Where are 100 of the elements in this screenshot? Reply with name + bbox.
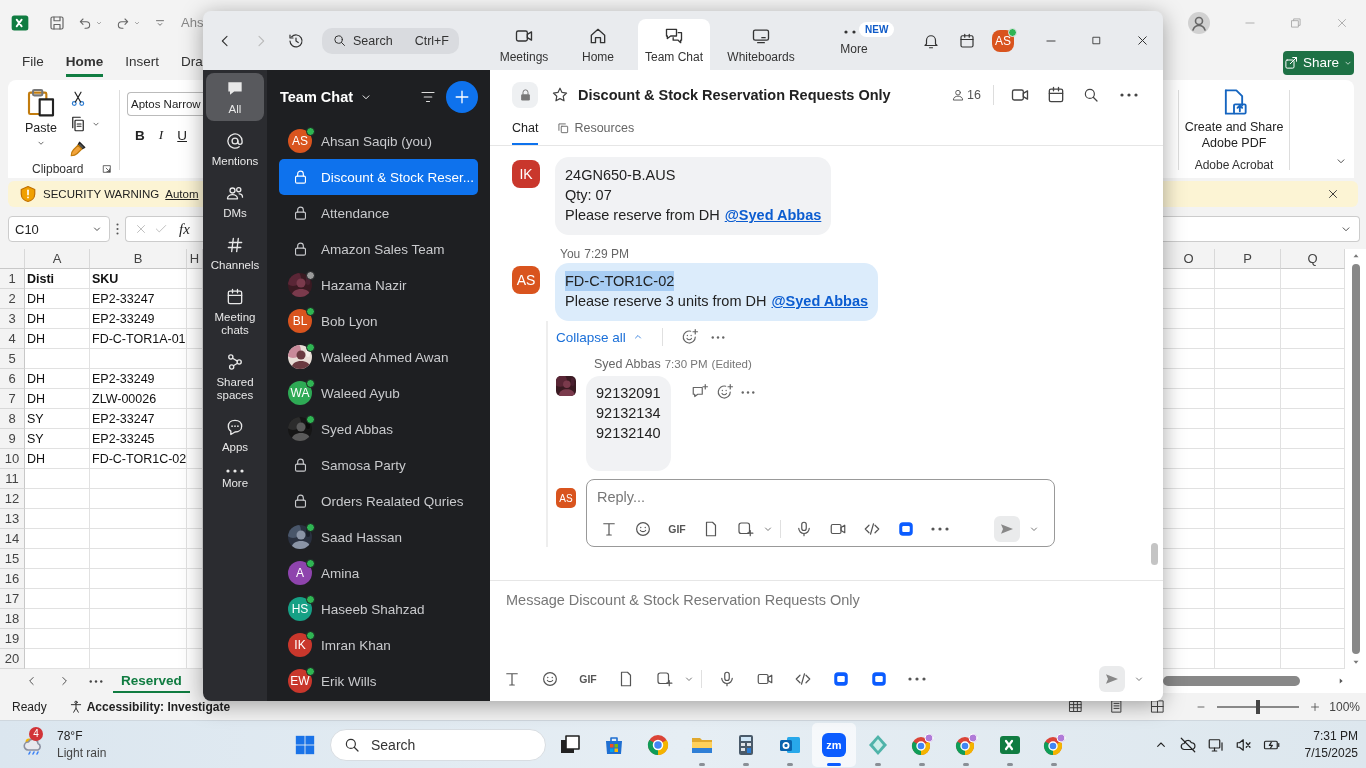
history-icon[interactable] [287, 31, 305, 50]
warning-link[interactable]: Autom [165, 188, 199, 200]
collapse-link[interactable]: Collapse all [556, 329, 644, 345]
row-header[interactable]: 8 [0, 409, 25, 429]
row-header[interactable]: 11 [0, 469, 25, 489]
sidebar-item[interactable]: Mentions [206, 125, 264, 173]
brush-icon[interactable] [69, 140, 87, 158]
column-header[interactable]: B [90, 249, 187, 269]
cloud-off-icon[interactable] [1178, 735, 1197, 754]
chat-list-item[interactable]: A Amina [279, 555, 478, 591]
chat-list-item[interactable]: Saad Hassan [279, 519, 478, 555]
nav-tab[interactable]: Team Chat [638, 19, 710, 70]
more-icon[interactable] [89, 679, 103, 683]
row-header[interactable]: 2 [0, 289, 25, 309]
sheet-tab[interactable]: Reserved [113, 669, 190, 693]
page-break-icon[interactable] [1150, 699, 1166, 714]
weather-widget[interactable]: 4 78°F Light rain [0, 727, 290, 762]
column-header[interactable]: H [187, 249, 203, 269]
maximize-icon[interactable] [1090, 34, 1103, 47]
accessibility-icon[interactable] [68, 699, 83, 714]
search-field[interactable]: Search Ctrl+F [322, 27, 459, 54]
scrollbar[interactable] [1151, 543, 1158, 565]
new-chat-button[interactable] [446, 80, 478, 113]
sidebar-item[interactable]: Shared spaces [206, 346, 264, 407]
font-style-button[interactable]: U [177, 127, 187, 143]
column-header[interactable]: O [1163, 249, 1215, 269]
start-icon[interactable] [294, 733, 316, 756]
chat-list-item[interactable]: Hazama Nazir [279, 267, 478, 303]
nav-tab[interactable]: Whiteboards [720, 19, 802, 70]
zoom-slider-thumb[interactable] [1256, 699, 1261, 714]
chat-list-item[interactable]: EW Erik Wills [279, 663, 478, 699]
column-header[interactable]: P [1215, 249, 1281, 269]
formula-field[interactable] [1163, 216, 1360, 242]
reply-box[interactable]: Reply... GIF [586, 479, 1055, 547]
close-icon[interactable] [1135, 33, 1150, 48]
send-button[interactable] [1099, 666, 1125, 692]
nav-tab[interactable]: Home [568, 19, 628, 70]
save-icon[interactable] [48, 13, 66, 32]
add-reaction-icon[interactable] [680, 328, 699, 346]
message-field[interactable]: Message Discount & Stock Reservation Requests Only [490, 581, 1163, 608]
sidebar-item[interactable]: All [206, 73, 264, 121]
gif-button[interactable]: GIF [660, 516, 694, 542]
search-icon[interactable] [1082, 86, 1100, 104]
zoom-in-icon[interactable] [1309, 700, 1322, 713]
sidebar-item[interactable]: Channels [206, 229, 264, 277]
send-button[interactable] [994, 516, 1020, 542]
ribbon-tab[interactable]: Home [65, 48, 104, 77]
nav-tab[interactable]: Meetings [490, 19, 558, 70]
row-header[interactable]: 7 [0, 389, 25, 409]
tab[interactable]: Resources [556, 120, 635, 145]
row-header[interactable]: 13 [0, 509, 25, 529]
launcher-icon[interactable] [102, 164, 113, 174]
scrollbar[interactable] [1345, 249, 1366, 669]
calendar-icon[interactable] [1046, 85, 1066, 105]
members-button[interactable]: 16 [951, 88, 981, 102]
row-header[interactable]: 17 [0, 589, 25, 609]
ribbon-tab[interactable]: File [22, 48, 44, 77]
row-header[interactable]: 9 [0, 429, 25, 449]
row-header[interactable]: 14 [0, 529, 25, 549]
column-header[interactable]: Q [1281, 249, 1345, 269]
row-header[interactable]: 5 [0, 349, 25, 369]
chat-list-item[interactable]: WA Waleed Ayub [279, 375, 478, 411]
copy-icon[interactable] [69, 115, 87, 133]
chat-list-item[interactable]: Attendance [279, 195, 478, 231]
ribbon-tab[interactable]: Dra [181, 48, 203, 77]
chat-list-item[interactable]: AS Ahsan Saqib (you) [279, 123, 478, 159]
star-icon[interactable] [551, 86, 569, 104]
more-icon[interactable] [740, 390, 755, 394]
name-box[interactable]: C10 [8, 216, 110, 242]
scrollbar[interactable] [1163, 669, 1366, 693]
chat-list-item[interactable]: Syed Abbas [279, 411, 478, 447]
page-layout-icon[interactable] [1109, 699, 1125, 714]
more-icon[interactable] [116, 223, 119, 235]
clock-time[interactable]: 7:31 PM [1313, 727, 1358, 745]
mention-link[interactable]: @Syed Abbas [771, 293, 869, 309]
row-header[interactable]: 3 [0, 309, 25, 329]
row-header[interactable]: 15 [0, 549, 25, 569]
share-button[interactable]: Share [1283, 50, 1354, 75]
chat-list-item[interactable]: HS Haseeb Shahzad [279, 591, 478, 627]
font-style-button[interactable]: I [158, 127, 164, 143]
row-header[interactable]: 20 [0, 649, 25, 669]
row-header[interactable]: 4 [0, 329, 25, 349]
row-header[interactable]: 16 [0, 569, 25, 589]
ribbon-tab[interactable]: Insert [125, 48, 160, 77]
chat-list-item[interactable]: IK Imran Khan [279, 627, 478, 663]
profile-icon[interactable] [1187, 10, 1211, 35]
tab[interactable]: Chat [512, 120, 539, 145]
paste-button[interactable]: Paste [20, 84, 62, 156]
check-icon[interactable] [154, 222, 168, 236]
close-icon[interactable] [1326, 187, 1340, 201]
chat-list-item[interactable]: Samosa Party [279, 447, 478, 483]
sidebar-item[interactable]: Meeting chats [206, 281, 264, 342]
gif-button[interactable]: GIF [569, 666, 607, 692]
calendar-icon[interactable] [958, 31, 976, 50]
more-icon[interactable] [1120, 93, 1138, 97]
mention-link[interactable]: @Syed Abbas [724, 207, 822, 223]
row-header[interactable]: 18 [0, 609, 25, 629]
pdf-button[interactable]: Create and Share Adobe PDF [1180, 88, 1288, 151]
column-header[interactable]: A [25, 249, 90, 269]
search-field[interactable]: Search [330, 728, 546, 761]
